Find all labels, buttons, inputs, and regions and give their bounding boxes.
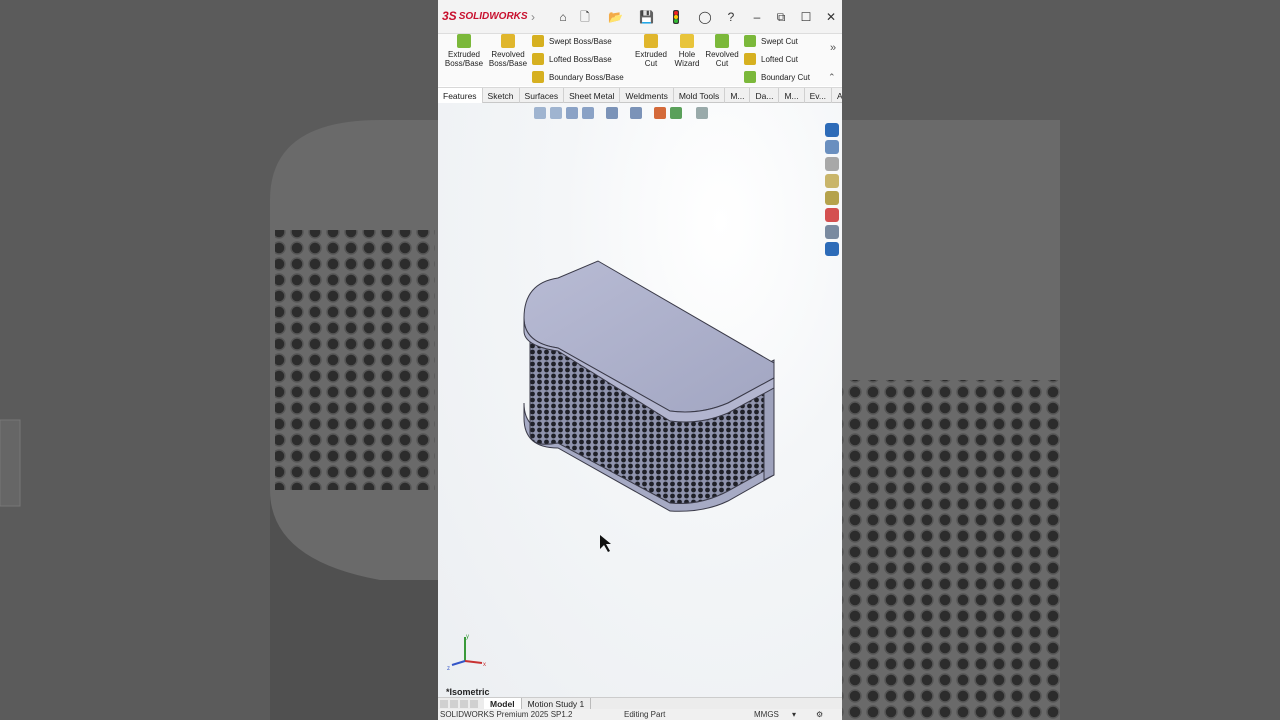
title-bar: 3S SOLIDWORKS › ⌂ 🗋 📂 💾 ◯ ? – ⧉ ☐ ✕ xyxy=(438,0,842,34)
lofted-cut-button[interactable]: Lofted Cut xyxy=(744,52,798,66)
tab-ev[interactable]: Ev... xyxy=(805,88,832,103)
save-icon[interactable]: 💾 xyxy=(639,10,654,24)
revolved-cut-label: Revolved Cut xyxy=(705,50,739,68)
bottom-tabs: Model Motion Study 1 xyxy=(438,697,842,710)
tab-sketch[interactable]: Sketch xyxy=(483,88,520,103)
ribbon-more-button[interactable]: » xyxy=(830,42,836,54)
swept-boss-label: Swept Boss/Base xyxy=(549,36,612,46)
tab-model[interactable]: Model xyxy=(484,697,522,710)
command-manager-ribbon: Extruded Boss/Base Revolved Boss/Base Sw… xyxy=(438,34,842,86)
tab-motion-study[interactable]: Motion Study 1 xyxy=(522,697,592,710)
rebuild-icon[interactable] xyxy=(669,10,683,24)
status-mode: Editing Part xyxy=(624,710,666,719)
coordinate-triad-icon: y x z xyxy=(447,634,486,671)
boundary-cut-label: Boundary Cut xyxy=(761,72,810,82)
extruded-cut-icon xyxy=(644,34,658,48)
tab-weldments[interactable]: Weldments xyxy=(620,88,674,103)
units-dropdown-icon[interactable]: ▾ xyxy=(792,710,796,719)
axis-y-label: y xyxy=(466,634,469,640)
status-settings-icon[interactable]: ⚙ xyxy=(816,710,823,719)
hole-wizard-label: Hole Wizard xyxy=(674,50,700,68)
maximize-icon[interactable]: ☐ xyxy=(799,10,813,24)
hole-wizard-button[interactable]: Hole Wizard xyxy=(672,34,702,68)
lofted-cut-label: Lofted Cut xyxy=(761,54,798,64)
swept-cut-button[interactable]: Swept Cut xyxy=(744,34,798,48)
solidworks-window: 3S SOLIDWORKS › ⌂ 🗋 📂 💾 ◯ ? – ⧉ ☐ ✕ Extr… xyxy=(438,0,842,720)
user-icon[interactable]: ◯ xyxy=(698,10,712,24)
axis-z-label: z xyxy=(447,666,450,671)
swept-icon xyxy=(532,35,544,47)
lofted-boss-button[interactable]: Lofted Boss/Base xyxy=(532,52,612,66)
lofted-cut-icon xyxy=(744,53,756,65)
swept-cut-label: Swept Cut xyxy=(761,36,798,46)
tab-an[interactable]: An... xyxy=(832,88,842,103)
status-bar: SOLIDWORKS Premium 2025 SP1.2 Editing Pa… xyxy=(438,709,842,720)
extruded-cut-label: Extruded Cut xyxy=(634,50,668,68)
hole-wizard-icon xyxy=(680,34,694,48)
swept-boss-button[interactable]: Swept Boss/Base xyxy=(532,34,612,48)
revolved-cut-button[interactable]: Revolved Cut xyxy=(704,34,740,68)
solidworks-logo[interactable]: 3S SOLIDWORKS xyxy=(442,9,528,23)
collapse-ribbon-icon[interactable]: ⌃ xyxy=(828,72,836,83)
open-icon[interactable]: 📂 xyxy=(608,10,623,24)
extruded-boss-label: Extruded Boss/Base xyxy=(444,50,484,68)
lofted-boss-label: Lofted Boss/Base xyxy=(549,54,612,64)
unit-system-selector[interactable]: MMGS xyxy=(754,710,779,719)
help-icon[interactable]: ? xyxy=(724,10,738,24)
restore-icon[interactable]: ⧉ xyxy=(774,10,788,24)
last-tab-icon[interactable] xyxy=(470,699,478,708)
extrude-icon xyxy=(457,34,471,48)
next-tab-icon[interactable] xyxy=(460,699,468,708)
tab-m[interactable]: M... xyxy=(779,88,805,103)
menu-expand-icon[interactable]: › xyxy=(526,10,540,24)
boundary-cut-button[interactable]: Boundary Cut xyxy=(744,70,810,84)
graphics-area[interactable]: y x z *Isometric xyxy=(438,103,842,697)
part-model[interactable] xyxy=(438,103,842,697)
tab-mold-tools[interactable]: Mold Tools xyxy=(674,88,726,103)
boundary-cut-icon xyxy=(744,71,756,83)
minimize-icon[interactable]: – xyxy=(750,10,764,24)
status-version: SOLIDWORKS Premium 2025 SP1.2 xyxy=(440,710,573,719)
prev-tab-icon[interactable] xyxy=(450,699,458,708)
extruded-cut-button[interactable]: Extruded Cut xyxy=(632,34,670,68)
command-manager-tabs: Features Sketch Surfaces Sheet Metal Weldmen… xyxy=(438,87,842,103)
home-icon[interactable]: ⌂ xyxy=(556,10,570,24)
new-document-icon[interactable]: 🗋 xyxy=(578,10,592,24)
extruded-boss-button[interactable]: Extruded Boss/Base xyxy=(444,34,484,68)
tab-features[interactable]: Features xyxy=(438,88,483,103)
tab-da[interactable]: Da... xyxy=(750,88,780,103)
revolve-icon xyxy=(501,34,515,48)
loft-icon xyxy=(532,53,544,65)
view-orientation-label: *Isometric xyxy=(446,687,490,697)
tab-m[interactable]: M... xyxy=(725,88,751,103)
ds-logo-mark: 3S xyxy=(442,9,457,23)
revolved-boss-label: Revolved Boss/Base xyxy=(488,50,528,68)
tab-surfaces[interactable]: Surfaces xyxy=(520,88,565,103)
app-name: SOLIDWORKS xyxy=(458,10,528,22)
mouse-cursor-icon xyxy=(600,535,611,552)
revolved-boss-button[interactable]: Revolved Boss/Base xyxy=(487,34,529,68)
close-icon[interactable]: ✕ xyxy=(824,10,838,24)
tab-sheet-metal[interactable]: Sheet Metal xyxy=(564,88,621,103)
revolved-cut-icon xyxy=(715,34,729,48)
boundary-icon xyxy=(532,71,544,83)
axis-x-label: x xyxy=(483,662,486,668)
swept-cut-icon xyxy=(744,35,756,47)
first-tab-icon[interactable] xyxy=(440,699,448,708)
boundary-boss-button[interactable]: Boundary Boss/Base xyxy=(532,70,624,84)
boundary-boss-label: Boundary Boss/Base xyxy=(549,72,624,82)
